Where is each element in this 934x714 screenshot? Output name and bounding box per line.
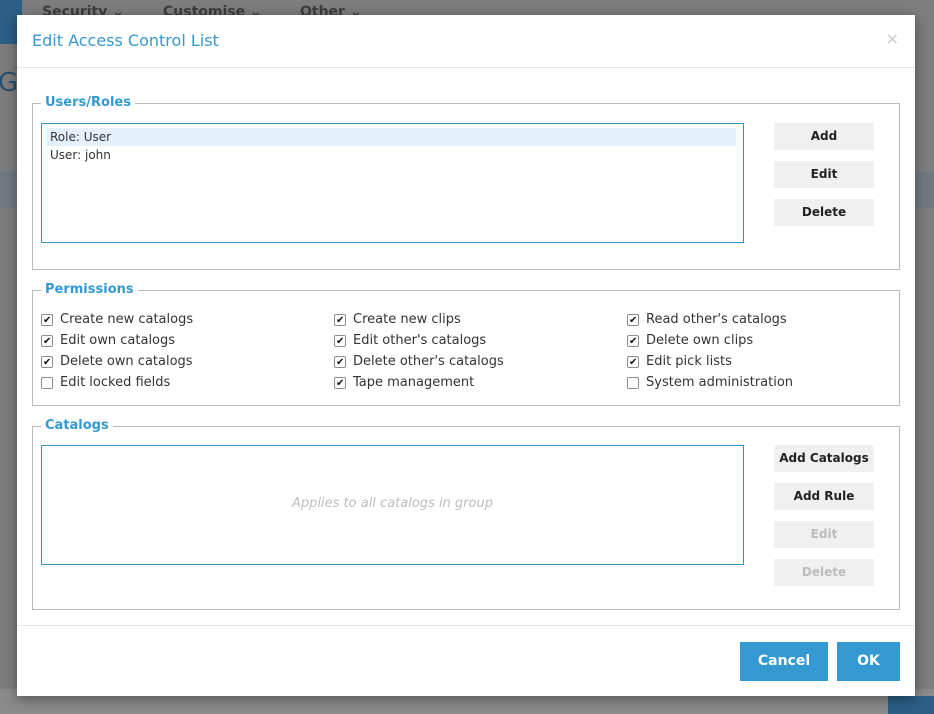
ok-button[interactable]: OK <box>837 642 900 681</box>
add-user-role-button[interactable]: Add <box>774 123 874 150</box>
close-icon[interactable]: × <box>886 29 899 48</box>
delete-user-role-button[interactable]: Delete <box>774 199 874 226</box>
users-roles-list[interactable]: Role: User User: john <box>41 123 744 243</box>
catalogs-placeholder: Applies to all catalogs in group <box>292 496 493 511</box>
users-roles-group: Users/Roles Role: User User: john Add Ed… <box>32 95 900 270</box>
checkbox-icon[interactable] <box>41 377 53 389</box>
checkbox-icon[interactable] <box>334 312 346 330</box>
dialog-title: Edit Access Control List <box>32 31 219 50</box>
background-corner-block <box>888 696 934 714</box>
checkbox-icon[interactable] <box>627 333 639 351</box>
cancel-button[interactable]: Cancel <box>740 642 828 681</box>
checkbox-icon[interactable] <box>334 333 346 351</box>
checkbox-icon[interactable] <box>334 354 346 372</box>
dialog-header: Edit Access Control List × <box>17 15 915 68</box>
permissions-legend: Permissions <box>41 282 138 297</box>
checkbox-icon[interactable] <box>334 375 346 393</box>
catalogs-list[interactable]: Applies to all catalogs in group <box>41 445 744 565</box>
dialog-footer: Cancel OK <box>17 625 915 696</box>
checkbox-icon[interactable] <box>627 312 639 330</box>
list-item[interactable]: User: john <box>46 146 736 164</box>
checkbox-icon[interactable] <box>41 333 53 351</box>
delete-catalog-button[interactable]: Delete <box>774 559 874 586</box>
edit-catalog-button[interactable]: Edit <box>774 521 874 548</box>
catalogs-group: Catalogs Applies to all catalogs in grou… <box>32 418 900 610</box>
catalogs-legend: Catalogs <box>41 418 113 433</box>
background-title-fragment: G <box>0 68 19 98</box>
checkbox-icon[interactable] <box>41 312 53 330</box>
checkbox-icon[interactable] <box>627 354 639 372</box>
edit-acl-dialog: Edit Access Control List × Users/Roles R… <box>17 15 915 696</box>
checkbox-icon[interactable] <box>627 377 639 389</box>
add-catalogs-button[interactable]: Add Catalogs <box>774 445 874 472</box>
users-roles-legend: Users/Roles <box>41 95 135 110</box>
permissions-group: Permissions Create new catalogs Edit own… <box>32 282 900 406</box>
add-rule-button[interactable]: Add Rule <box>774 483 874 510</box>
list-item[interactable]: Role: User <box>46 128 736 146</box>
edit-user-role-button[interactable]: Edit <box>774 161 874 188</box>
checkbox-icon[interactable] <box>41 354 53 372</box>
